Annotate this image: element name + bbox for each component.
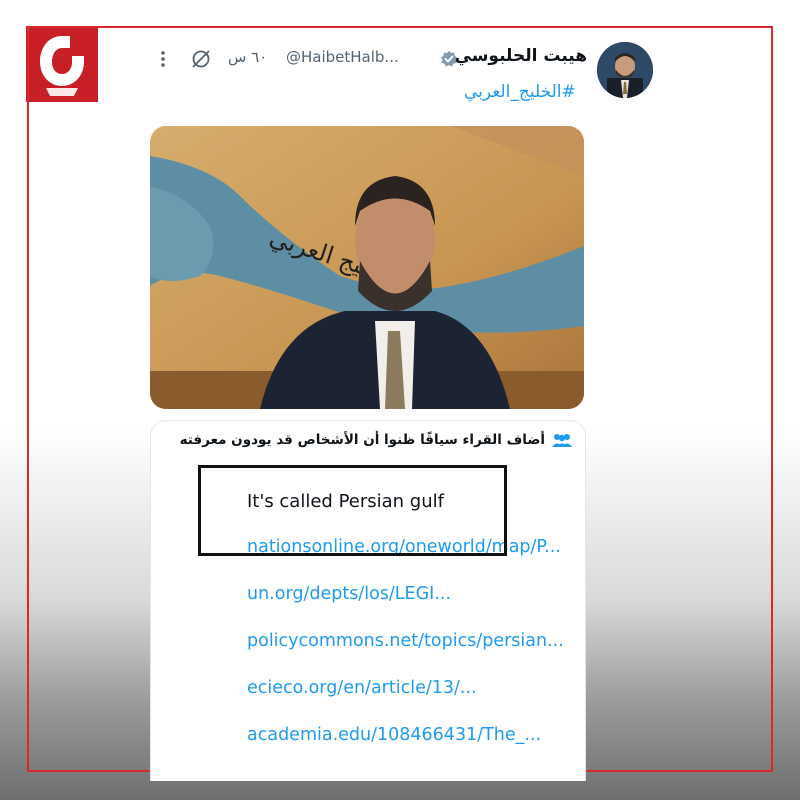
- timestamp[interactable]: ٦٠ س: [228, 48, 267, 66]
- grok-icon[interactable]: [190, 48, 212, 70]
- source-link[interactable]: un.org/depts/los/LEGI...: [247, 584, 451, 604]
- handle[interactable]: @HaibetHalb...: [286, 48, 399, 66]
- avatar[interactable]: [597, 42, 653, 98]
- hashtag-link[interactable]: #الخليج_العربي: [464, 82, 576, 102]
- source-link[interactable]: policycommons.net/topics/persian...: [247, 631, 564, 651]
- community-note-heading: أضاف القراء سياقًا ظنوا أن الأشخاص قد يو…: [180, 432, 573, 448]
- people-icon: [551, 432, 573, 448]
- more-options-icon[interactable]: [158, 48, 168, 70]
- verified-badge-icon: [440, 50, 458, 68]
- community-note-heading-text: أضاف القراء سياقًا ظنوا أن الأشخاص قد يو…: [179, 432, 545, 448]
- tweet: هيبت الحلبوسي @HaibetHalb... ٦٠ س #الخلي…: [100, 30, 670, 781]
- display-name[interactable]: هيبت الحلبوسي: [455, 46, 588, 66]
- highlight-box: [198, 465, 507, 556]
- source-link[interactable]: academia.edu/108466431/The_...: [247, 725, 541, 745]
- post-image[interactable]: الخليج العربي: [150, 126, 584, 409]
- source-link[interactable]: ecieco.org/en/article/13/...: [247, 678, 477, 698]
